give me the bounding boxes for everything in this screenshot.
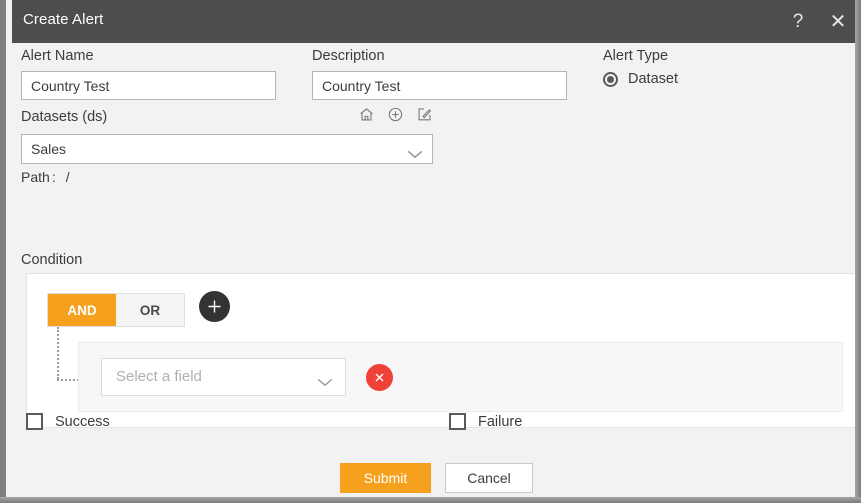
titlebar-actions: ? ✕ [787,0,849,43]
condition-panel: AND OR Select a field [26,273,858,428]
datasets-select[interactable]: Sales [21,134,433,164]
screenshot-root: Create Alert ? ✕ Alert Name Description … [0,0,861,503]
alert-type-label: Alert Type [603,48,669,64]
close-icon[interactable]: ✕ [827,10,849,34]
dialog-titlebar: Create Alert ? ✕ [12,0,861,43]
success-checkbox[interactable] [26,413,43,430]
logic-operator-toggle: AND OR [47,293,185,327]
description-label: Description [312,48,385,64]
failure-label: Failure [478,413,523,430]
datasets-group: Datasets (ds) Sales Path: / [21,107,433,185]
home-icon[interactable] [358,106,375,128]
description-group: Description [312,48,567,100]
window-frame-right [855,0,861,503]
create-alert-dialog: Create Alert ? ✕ Alert Name Description … [0,0,861,497]
logic-operator-and[interactable]: AND [48,294,116,326]
connector-vertical [57,327,59,379]
alert-type-option-dataset[interactable]: Dataset [603,71,833,87]
alert-name-input[interactable] [21,71,276,100]
description-input[interactable] [312,71,567,100]
alert-name-group: Alert Name [21,48,276,100]
condition-field-placeholder: Select a field [116,368,202,385]
dialog-footer: Submit Cancel [12,463,861,493]
path-separator: : [51,169,56,185]
datasets-select-value: Sales [31,141,67,157]
dataset-path: Path: / [21,169,433,185]
remove-condition-button[interactable] [366,364,393,391]
dialog-title: Create Alert [23,11,104,28]
cancel-button[interactable]: Cancel [445,463,533,493]
datasets-actions [358,106,433,128]
submit-button[interactable]: Submit [340,463,431,493]
add-condition-button[interactable] [199,291,230,322]
plus-circle-icon[interactable] [387,106,404,128]
condition-field-select[interactable]: Select a field [101,358,346,396]
condition-row: Select a field [78,342,843,412]
datasets-label: Datasets (ds) [21,109,108,125]
radio-selected-icon[interactable] [603,71,618,87]
datasets-header: Datasets (ds) [21,107,433,127]
success-label: Success [55,413,110,430]
dialog-body: Alert Name Description Alert Type Datase… [12,43,861,497]
success-checkbox-row[interactable]: Success [26,413,110,430]
chevron-down-icon [407,146,423,164]
window-frame-bottom [0,497,861,503]
chevron-down-icon [317,374,333,392]
failure-checkbox[interactable] [449,413,466,430]
condition-label: Condition [21,252,83,268]
edit-icon[interactable] [416,106,433,128]
path-label: Path [21,169,50,185]
help-icon[interactable]: ? [787,10,809,34]
alert-type-group: Alert Type Dataset [603,48,833,87]
failure-checkbox-row[interactable]: Failure [449,413,522,430]
logic-operator-or[interactable]: OR [116,294,184,326]
alert-type-option-label: Dataset [628,71,678,87]
path-value: / [65,169,70,185]
alert-name-label: Alert Name [21,48,94,64]
